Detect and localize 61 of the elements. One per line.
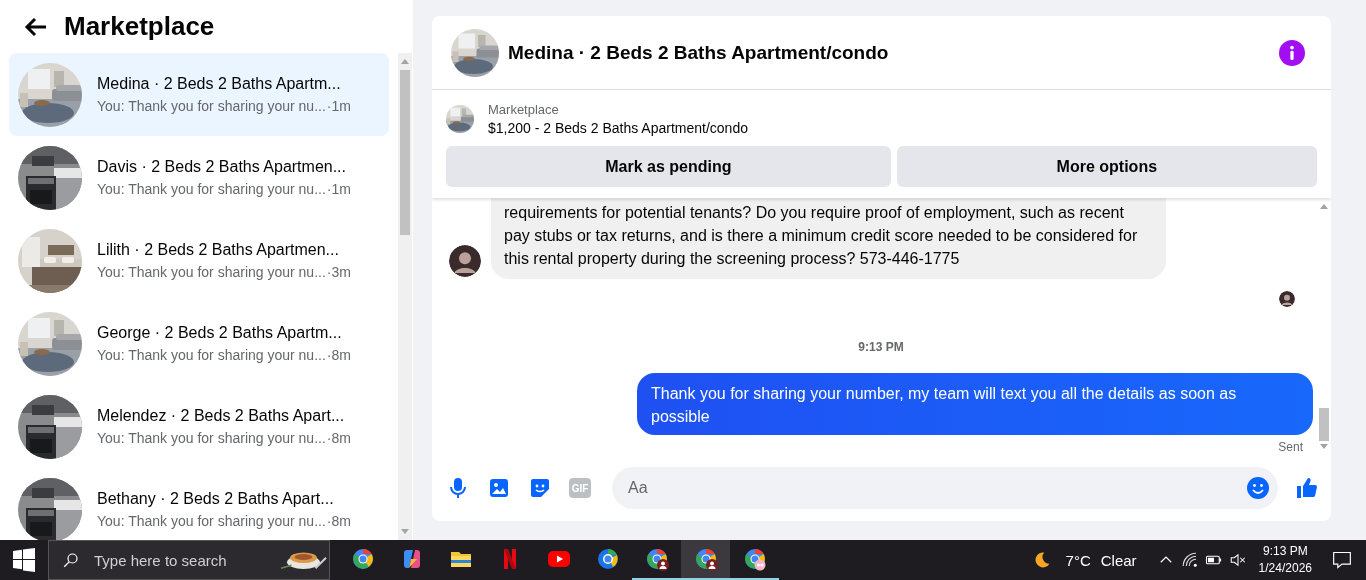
thumbs-up-icon[interactable] bbox=[1295, 476, 1319, 500]
notification-icon[interactable] bbox=[1332, 550, 1352, 570]
browser-profile-icon bbox=[693, 547, 718, 571]
conversation-title: Davis · 2 Beds 2 Baths Apartmen... bbox=[97, 158, 347, 176]
conversation-item[interactable]: George · 2 Beds 2 Baths Apartm... You: Thank you for sharing your nu...·8m bbox=[9, 302, 389, 385]
action-button[interactable]: More options bbox=[896, 146, 1317, 187]
message-bubble: requirements for potential tenants? Do you require proof of employment, such as recent pay stubs or tax returns, and is there a minimum credit score needed to be considered for this rental property during the screening process? 573-446-1775 bbox=[491, 198, 1166, 279]
avatar bbox=[449, 245, 481, 277]
clock-time: 9:13 PM bbox=[1262, 543, 1308, 560]
info-icon[interactable] bbox=[1279, 39, 1305, 66]
browser-profile-icon bbox=[742, 547, 767, 571]
message-preview: You: Thank you for sharing your nu... bbox=[97, 181, 326, 197]
conversation-item[interactable]: Medina · 2 Beds 2 Baths Apartm... You: Thank you for sharing your nu...·1m bbox=[9, 53, 389, 136]
action-button[interactable]: Mark as pending bbox=[446, 146, 891, 187]
clock[interactable]: 9:13 PM 1/24/2026 bbox=[1258, 543, 1312, 577]
message-preview: You: Thank you for sharing your nu... bbox=[97, 347, 326, 363]
taskbar-search-field[interactable]: Type here to search bbox=[92, 550, 266, 570]
browser-profile-icon bbox=[644, 547, 669, 571]
timestamp: 9:13 PM bbox=[857, 340, 905, 354]
emoji-icon[interactable] bbox=[1246, 476, 1270, 500]
conversation-item[interactable]: Melendez · 2 Beds 2 Baths Apart... You: Thank you for sharing your nu...·8m bbox=[9, 385, 389, 468]
windows-start-icon[interactable] bbox=[12, 548, 36, 572]
conversation-item[interactable]: Lilith · 2 Beds 2 Baths Apartmen... You: Thank you for sharing your nu...·3m bbox=[9, 219, 389, 302]
browser-icon bbox=[595, 547, 620, 571]
conversation-item[interactable]: Bethany · 2 Beds 2 Baths Apart... You: Thank you for sharing your nu...·8m bbox=[9, 468, 389, 540]
muted-speaker-icon[interactable] bbox=[1228, 551, 1247, 569]
conversation-title: George · 2 Beds 2 Baths Apartm... bbox=[97, 324, 343, 342]
conversation-title: Bethany · 2 Beds 2 Baths Apart... bbox=[97, 490, 335, 508]
temperature: 7°C bbox=[1065, 551, 1091, 569]
chat-title: Medina · 2 Beds 2 Baths Apartment/condo bbox=[508, 41, 890, 64]
weather-condition: Clear bbox=[1100, 551, 1137, 569]
message-input[interactable]: Aa bbox=[626, 478, 1246, 498]
message-time: ·8m bbox=[326, 347, 351, 363]
message-preview: You: Thank you for sharing your nu... bbox=[97, 513, 326, 529]
wifi-icon[interactable] bbox=[1180, 551, 1199, 569]
message-time: ·3m bbox=[326, 264, 351, 280]
page-title: Marketplace bbox=[64, 11, 215, 42]
message-preview: You: Thank you for sharing your nu... bbox=[97, 98, 326, 114]
taskbar-app[interactable] bbox=[681, 540, 730, 580]
browser-icon bbox=[350, 547, 375, 571]
listing-title: $1,200 - 2 Beds 2 Baths Apartment/condo bbox=[488, 120, 748, 136]
conversation-item[interactable]: Davis · 2 Beds 2 Baths Apartmen... You: Thank you for sharing your nu...·1m bbox=[9, 136, 389, 219]
clock-date: 1/24/2026 bbox=[1258, 560, 1312, 577]
image-icon[interactable] bbox=[487, 476, 511, 500]
message-preview: You: Thank you for sharing your nu... bbox=[97, 264, 326, 280]
message-time: ·1m bbox=[326, 181, 351, 197]
sticker-icon[interactable] bbox=[528, 476, 552, 500]
conversation-title: Lilith · 2 Beds 2 Baths Apartmen... bbox=[97, 241, 340, 259]
taskbar-search-box[interactable]: Type here to search bbox=[48, 540, 330, 580]
message-field[interactable]: Aa bbox=[612, 467, 1278, 509]
message-bubble: Thank you for sharing your number, my team will text you all the details as soon as possible bbox=[637, 373, 1313, 435]
message-time: ·8m bbox=[326, 513, 351, 529]
message-time: ·1m bbox=[326, 98, 351, 114]
delivery-status: Sent bbox=[1278, 440, 1303, 454]
message-preview: You: Thank you for sharing your nu... bbox=[97, 430, 326, 446]
message-time: ·8m bbox=[326, 430, 351, 446]
conversation-title: Medina · 2 Beds 2 Baths Apartm... bbox=[97, 75, 342, 93]
listing-source: Marketplace bbox=[488, 102, 560, 117]
avatar bbox=[1279, 291, 1295, 307]
conversation-title: Melendez · 2 Beds 2 Baths Apart... bbox=[97, 407, 346, 425]
scrollbar[interactable] bbox=[398, 53, 412, 540]
